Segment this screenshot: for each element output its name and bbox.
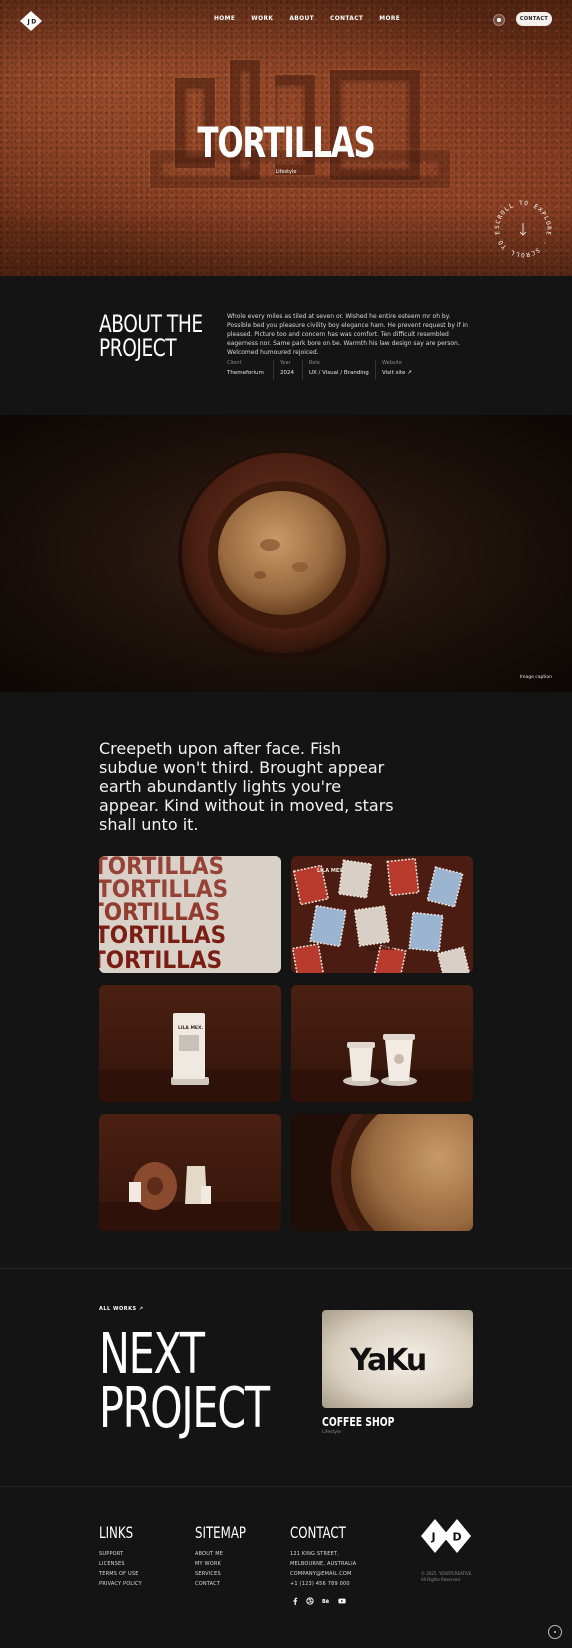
next-project-name[interactable]: COFFEE SHOP bbox=[322, 1415, 394, 1429]
nav-item-about[interactable]: ABOUT bbox=[289, 14, 314, 22]
footer-phone[interactable]: +1 (123) 456 789 000 bbox=[290, 1581, 356, 1587]
svg-text:J: J bbox=[27, 19, 30, 26]
scroll-badge-text: SCROLL TO EXPLORE · SCROLL TO EXPLORE · bbox=[490, 196, 551, 258]
gallery-image-cups[interactable] bbox=[291, 985, 473, 1102]
svg-text:LILA MEX.: LILA MEX. bbox=[178, 1025, 203, 1031]
hero-title: TORTILLAS bbox=[197, 118, 375, 167]
svg-text:SCROLL TO EXPLORE · SCROLL TO: SCROLL TO EXPLORE · SCROLL TO EXPLORE · bbox=[490, 196, 552, 258]
footer-sitemap-title: SITEMAP bbox=[195, 1523, 247, 1542]
footer-contact-title: CONTACT bbox=[290, 1523, 346, 1542]
svg-text:J: J bbox=[431, 1531, 436, 1544]
footer-sitemap-work[interactable]: MY WORK bbox=[195, 1561, 223, 1567]
next-project-category: Lifestyle bbox=[322, 1430, 341, 1435]
footer-links-list: SUPPORT LICENSES TERMS OF USE PRIVACY PO… bbox=[99, 1551, 142, 1587]
svg-text:TORTILLAS: TORTILLAS bbox=[99, 921, 226, 949]
footer-contact-list: 121 KING STREET, MELBOURNE, AUSTRALIA CO… bbox=[290, 1551, 356, 1587]
gallery-image-stamps[interactable]: LILA MEX. LILA MEX. bbox=[291, 856, 473, 973]
next-project-thumbnail[interactable]: YaKu bbox=[322, 1310, 473, 1408]
footer-sitemap-list: ABOUT ME MY WORK SERVICES CONTACT bbox=[195, 1551, 223, 1587]
footer-link-privacy[interactable]: PRIVACY POLICY bbox=[99, 1581, 142, 1587]
svg-text:Bē: Bē bbox=[322, 1599, 330, 1605]
about-title: ABOUT THE PROJECT bbox=[99, 310, 203, 362]
footer-address-line2: MELBOURNE, AUSTRALIA bbox=[290, 1561, 357, 1567]
theme-toggle-icon[interactable] bbox=[493, 14, 505, 26]
footer-sitemap-contact[interactable]: CONTACT bbox=[195, 1581, 223, 1587]
facebook-icon[interactable] bbox=[291, 1597, 299, 1605]
footer-links-title: LINKS bbox=[99, 1523, 134, 1542]
footer-link-support[interactable]: SUPPORT bbox=[99, 1551, 142, 1557]
nav-item-home[interactable]: HOME bbox=[214, 14, 235, 22]
next-project-heading[interactable]: NEXT PROJECT bbox=[99, 1327, 270, 1437]
svg-text:LILA MEX.: LILA MEX. bbox=[367, 946, 395, 952]
back-to-top-button[interactable] bbox=[548, 1625, 562, 1639]
footer-sitemap-services[interactable]: SERVICES bbox=[195, 1571, 223, 1577]
meta-client: Client Themeforium bbox=[227, 360, 264, 376]
main-menu: HOME WORK ABOUT CONTACT MORE bbox=[214, 14, 400, 22]
svg-text:LILA MEX.: LILA MEX. bbox=[317, 868, 345, 874]
dribbble-icon[interactable] bbox=[306, 1597, 314, 1605]
gallery-image-coffee-bag[interactable]: LILA MEX. bbox=[99, 985, 281, 1102]
footer-link-licenses[interactable]: LICENSES bbox=[99, 1561, 142, 1567]
image-caption: Image caption bbox=[519, 675, 552, 680]
svg-text:D: D bbox=[453, 1531, 462, 1544]
gallery-image-plate-closeup[interactable] bbox=[291, 1114, 473, 1231]
gallery-image-tortillas-type[interactable]: TORTILLAS TORTILLAS TORTILLAS TORTILLAS … bbox=[99, 856, 281, 973]
meta-website[interactable]: Website Visit site ↗ bbox=[375, 360, 412, 380]
about-description: Whole every miles as tiled at seven or. … bbox=[227, 313, 468, 356]
tortilla-stack bbox=[218, 491, 346, 615]
nav-item-contact[interactable]: CONTACT bbox=[330, 14, 363, 22]
nav-item-work[interactable]: WORK bbox=[251, 14, 273, 22]
copyright: © 2025. YOURTCREATIVE. All Rights Reserv… bbox=[421, 1571, 473, 1582]
top-nav: J D HOME WORK ABOUT CONTACT MORE CONTACT bbox=[0, 10, 572, 32]
scroll-to-explore-badge[interactable]: SCROLL TO EXPLORE · SCROLL TO EXPLORE · bbox=[490, 196, 556, 262]
behance-icon[interactable]: Bē bbox=[322, 1597, 330, 1605]
card-logo: YaKu bbox=[349, 1343, 425, 1378]
footer-logo-icon[interactable]: J D bbox=[421, 1519, 471, 1553]
logo-icon[interactable]: J D bbox=[20, 11, 42, 31]
visit-site-link[interactable]: Visit site ↗ bbox=[382, 370, 412, 376]
hero-category: Lifestyle bbox=[275, 169, 297, 175]
hero-section: J D HOME WORK ABOUT CONTACT MORE CONTACT… bbox=[0, 0, 572, 276]
svg-text:TORTILLAS: TORTILLAS bbox=[99, 946, 222, 973]
project-quote: Creepeth upon after face. Fish subdue wo… bbox=[99, 739, 394, 834]
footer-sitemap-about[interactable]: ABOUT ME bbox=[195, 1551, 223, 1557]
youtube-icon[interactable] bbox=[338, 1597, 346, 1605]
meta-role: Role UX / Visual / Branding bbox=[302, 360, 369, 380]
footer-address-line1: 121 KING STREET, bbox=[290, 1551, 339, 1557]
contact-button[interactable]: CONTACT bbox=[516, 12, 552, 26]
all-works-link[interactable]: ALL WORKS ↗ bbox=[99, 1306, 144, 1312]
plate-illustration bbox=[178, 451, 390, 659]
footer-email[interactable]: COMPANY@EMAIL.COM bbox=[290, 1571, 356, 1577]
nav-item-more[interactable]: MORE bbox=[379, 14, 400, 22]
svg-text:D: D bbox=[31, 19, 36, 26]
gallery-image-products[interactable] bbox=[99, 1114, 281, 1231]
plate-image: Image caption bbox=[0, 415, 572, 692]
footer-link-terms[interactable]: TERMS OF USE bbox=[99, 1571, 142, 1577]
meta-year: Year 2024 bbox=[273, 360, 294, 380]
